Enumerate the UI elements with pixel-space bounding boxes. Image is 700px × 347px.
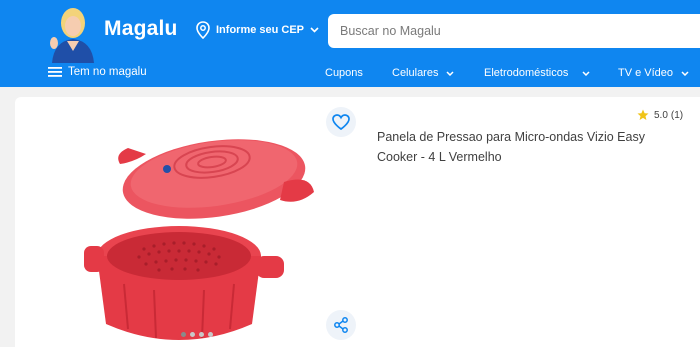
star-icon — [637, 109, 649, 120]
carousel-dot[interactable] — [199, 332, 204, 337]
nav-item-label: Eletrodomésticos — [484, 67, 569, 79]
image-carousel-dots — [181, 332, 213, 337]
heart-icon — [332, 114, 350, 130]
search-input[interactable] — [328, 14, 700, 48]
product-image[interactable] — [84, 124, 320, 346]
share-button[interactable] — [326, 310, 356, 340]
nav-item-eletrodomesticos[interactable]: Eletrodomésticos — [484, 67, 590, 79]
cep-label: Informe seu CEP — [216, 24, 305, 36]
chevron-down-icon — [582, 70, 590, 76]
carousel-dot[interactable] — [181, 332, 186, 337]
chevron-down-icon — [310, 27, 319, 33]
magalu-logo[interactable]: Magalu — [104, 17, 178, 41]
share-icon — [334, 317, 348, 333]
carousel-dot[interactable] — [208, 332, 213, 337]
review-count: (1) — [670, 109, 684, 121]
cep-selector[interactable]: Informe seu CEP — [196, 21, 319, 39]
nav-item-cupons[interactable]: Cupons — [325, 67, 363, 79]
chevron-down-icon — [446, 70, 454, 76]
location-pin-icon — [196, 21, 210, 39]
carousel-dot[interactable] — [190, 332, 195, 337]
site-header: Magalu Informe seu CEP Tem no magalu Cup… — [0, 0, 700, 87]
category-nav: Cupons Celulares Eletrodomésticos TV e V… — [0, 67, 700, 83]
product-title: Panela de Pressao para Micro-ondas Vizio… — [377, 130, 645, 164]
nav-item-label: Celulares — [392, 67, 439, 79]
chevron-down-icon — [681, 70, 689, 76]
nav-item-celulares[interactable]: Celulares — [392, 67, 454, 79]
favorite-button[interactable] — [326, 107, 356, 137]
nav-item-label: TV e Vídeo — [618, 67, 674, 79]
product-rating[interactable]: 5.0 (1) — [637, 109, 683, 121]
lu-mascot-avatar[interactable] — [44, 3, 102, 63]
nav-item-label: Cupons — [325, 67, 363, 79]
rating-value: 5.0 — [654, 109, 668, 121]
nav-item-tv-video[interactable]: TV e Vídeo — [618, 67, 689, 79]
